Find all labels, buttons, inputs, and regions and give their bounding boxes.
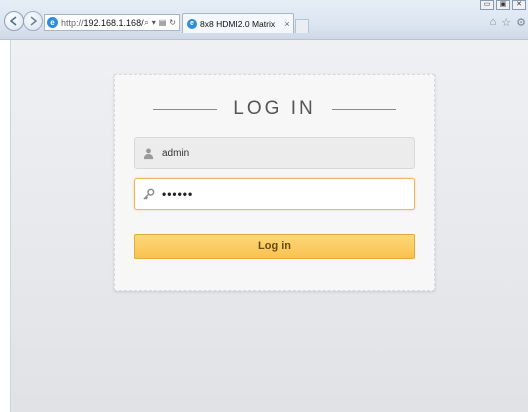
maximize-button[interactable]: ▣ xyxy=(496,0,510,10)
dropdown-icon[interactable]: ▾ xyxy=(152,18,156,28)
back-button[interactable] xyxy=(4,11,24,31)
url-text[interactable]: http://192.168.1.168/ xyxy=(61,18,144,28)
tab-label: 8x8 HDMI2.0 Matrix xyxy=(200,18,276,29)
title-rule-right xyxy=(331,108,396,110)
address-bar[interactable]: e http://192.168.1.168/ ⌕ ▾ ▤ ↻ xyxy=(44,14,180,31)
address-tools: ⌕ ▾ ▤ ↻ xyxy=(144,18,179,28)
browser-chrome: e http://192.168.1.168/ ⌕ ▾ ▤ ↻ e 8x8 HD… xyxy=(0,0,528,40)
login-button[interactable]: Log in xyxy=(134,234,415,259)
compat-view-icon[interactable]: ▤ xyxy=(159,18,167,28)
login-panel: LOG IN •••••• Log in xyxy=(114,74,435,291)
url-host: 192.168.1.168/ xyxy=(83,17,144,28)
browser-tab[interactable]: e 8x8 HDMI2.0 Matrix × xyxy=(182,13,294,33)
ie-site-icon: e xyxy=(47,17,58,28)
user-icon xyxy=(141,146,155,160)
forward-arrow-icon xyxy=(30,16,38,26)
refresh-icon[interactable]: ↻ xyxy=(169,18,176,28)
key-icon xyxy=(141,187,155,201)
title-rule-left xyxy=(153,108,218,110)
login-title: LOG IN xyxy=(233,98,316,119)
minimize-button[interactable]: ▭ xyxy=(480,0,494,10)
window-controls: ▭ ▣ ✕ xyxy=(480,0,526,10)
url-scheme: http:// xyxy=(61,17,84,28)
login-header: LOG IN xyxy=(115,97,434,121)
username-field[interactable] xyxy=(134,137,415,169)
password-field[interactable]: •••••• xyxy=(134,178,415,210)
back-arrow-icon xyxy=(9,16,17,26)
favorites-icon[interactable]: ☆ xyxy=(501,16,511,29)
close-window-button[interactable]: ✕ xyxy=(512,0,526,10)
forward-button[interactable] xyxy=(23,11,43,31)
browser-toolbar: ⌂ ☆ ⚙ xyxy=(490,16,526,29)
home-icon[interactable]: ⌂ xyxy=(490,16,497,29)
left-gutter xyxy=(0,40,10,412)
username-input[interactable] xyxy=(162,143,392,163)
ie-tab-icon: e xyxy=(187,18,197,29)
search-icon[interactable]: ⌕ xyxy=(144,18,148,28)
tools-icon[interactable]: ⚙ xyxy=(516,16,526,29)
password-input[interactable]: •••••• xyxy=(162,184,392,204)
tab-close-icon[interactable]: × xyxy=(281,19,293,29)
new-tab-button[interactable] xyxy=(295,19,309,33)
